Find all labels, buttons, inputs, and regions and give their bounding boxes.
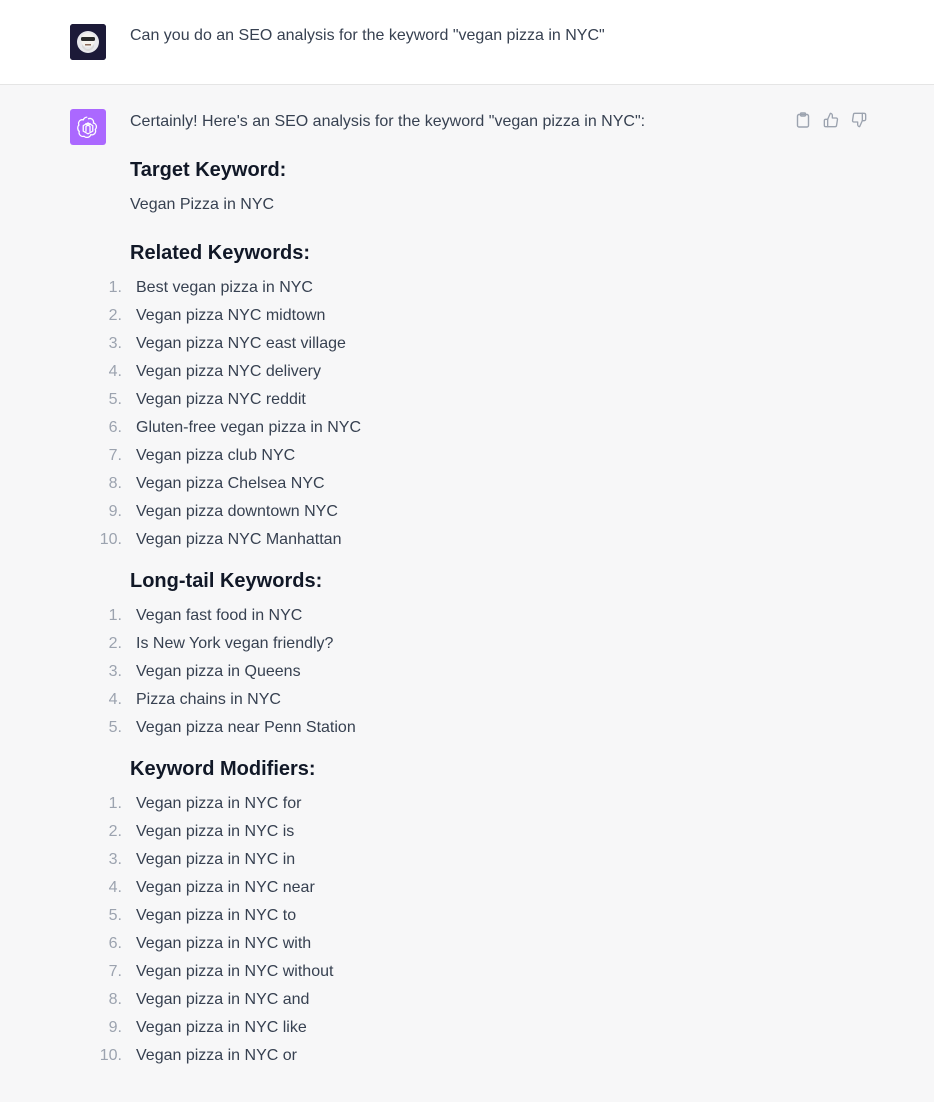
clipboard-icon <box>796 112 810 128</box>
user-message-text: Can you do an SEO analysis for the keywo… <box>130 27 605 44</box>
list-item: 4. Pizza chains in NYC <box>108 691 281 708</box>
related-keywords-list: 1. Best vegan pizza in NYC 2. Vegan pizza … <box>99 278 780 558</box>
list-item: 7. Vegan pizza club NYC <box>108 447 296 464</box>
list-item: 7. Vegan pizza in NYC without <box>108 963 334 980</box>
list-item: 10. Vegan pizza in NYC or <box>99 1047 297 1064</box>
list-item: 4. Vegan pizza NYC delivery <box>108 363 321 380</box>
list-item: 1. Best vegan pizza in NYC <box>108 279 313 296</box>
thumbs-down-button[interactable] <box>850 111 868 129</box>
list-item: 1. Vegan pizza in NYC for <box>108 795 302 812</box>
list-item: 9. Vegan pizza downtown NYC <box>108 503 338 520</box>
assistant-message-content: Certainly! Here's an SEO analysis for th… <box>99 112 780 1074</box>
assistant-intro: Certainly! Here's an SEO analysis for th… <box>130 113 646 130</box>
list-item: 4. Vegan pizza in NYC near <box>108 879 315 896</box>
longtail-keywords-list: 1. Vegan fast food in NYC 2. Is New York v… <box>108 606 780 746</box>
list-item: 5. Vegan pizza near Penn Station <box>108 719 356 736</box>
copy-button[interactable] <box>794 111 812 129</box>
list-item: 2. Vegan pizza in NYC is <box>108 823 295 840</box>
thumbs-down-icon <box>851 112 867 128</box>
longtail-keywords-heading: Long-tail Keywords: <box>130 570 323 592</box>
user-message-row: Can you do an SEO analysis for the keywo… <box>0 0 934 85</box>
list-item: 8. Vegan pizza in NYC and <box>108 991 310 1008</box>
list-item: 10. Vegan pizza NYC Manhattan <box>99 531 342 548</box>
list-item: 5. Vegan pizza NYC reddit <box>108 391 306 408</box>
list-item: 3. Vegan pizza in NYC in <box>108 851 296 868</box>
list-item: 8. Vegan pizza Chelsea NYC <box>108 475 325 492</box>
assistant-message-row: Certainly! Here's an SEO analysis for th… <box>0 85 934 1102</box>
thumbs-up-icon <box>823 112 839 128</box>
user-avatar <box>70 24 106 60</box>
list-item: 1. Vegan fast food in NYC <box>108 607 303 624</box>
list-item: 2. Is New York vegan friendly? <box>108 635 334 652</box>
message-actions <box>794 111 868 129</box>
chatgpt-logo-icon <box>70 109 106 145</box>
list-item: 3. Vegan pizza NYC east village <box>108 335 346 352</box>
target-keyword-heading: Target Keyword: <box>130 159 287 181</box>
thumbs-up-button[interactable] <box>822 111 840 129</box>
list-item: 2. Vegan pizza NYC midtown <box>108 307 326 324</box>
target-keyword-text: Vegan Pizza in NYC <box>130 196 275 213</box>
list-item: 5. Vegan pizza in NYC to <box>108 907 297 924</box>
list-item: 9. Vegan pizza in NYC like <box>108 1019 307 1036</box>
list-item: 6. Gluten-free vegan pizza in NYC <box>108 419 361 436</box>
keyword-modifiers-list: 1. Vegan pizza in NYC for 2. Vegan pizza i… <box>99 794 780 1074</box>
list-item: 6. Vegan pizza in NYC with <box>108 935 312 952</box>
list-item: 3. Vegan pizza in Queens <box>108 663 301 680</box>
related-keywords-heading: Related Keywords: <box>130 242 311 264</box>
keyword-modifiers-heading: Keyword Modifiers: <box>130 758 316 780</box>
